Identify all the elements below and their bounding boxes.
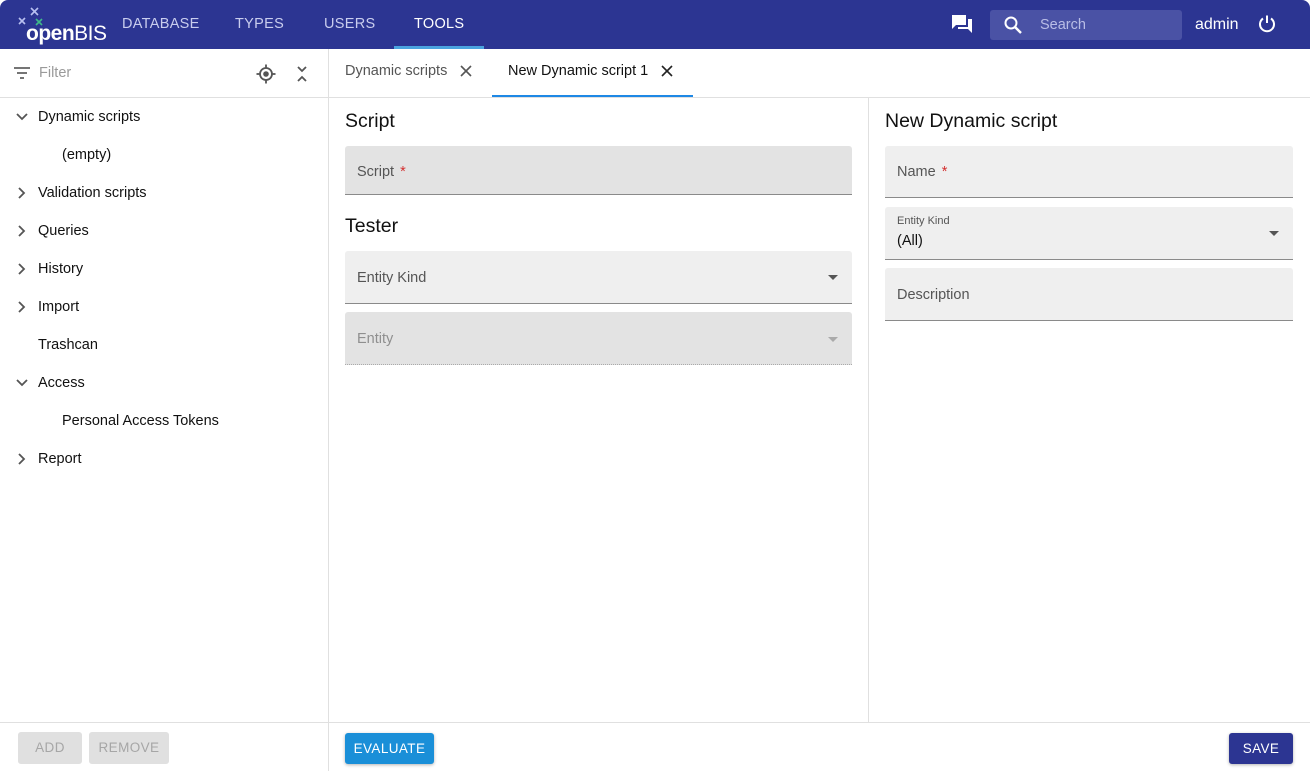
chevron-right-icon[interactable] bbox=[14, 451, 30, 467]
chat-icon[interactable] bbox=[950, 13, 974, 35]
tab-label: Dynamic scripts bbox=[345, 63, 448, 79]
script-field-label-text: Script bbox=[357, 164, 395, 180]
user-name[interactable]: admin bbox=[1195, 0, 1239, 49]
chevron-right-icon[interactable] bbox=[14, 185, 30, 201]
entity-kind-value: (All) bbox=[897, 233, 923, 249]
tree-item-label: Trashcan bbox=[38, 337, 98, 353]
navigation-panel: Dynamic scripts (empty) Validation scrip… bbox=[0, 49, 329, 771]
search-box[interactable] bbox=[990, 10, 1182, 40]
tree-item-validation-scripts[interactable]: Validation scripts bbox=[0, 174, 328, 212]
tree-item-report[interactable]: Report bbox=[0, 440, 328, 478]
entity-kind-select[interactable]: Entity Kind bbox=[345, 251, 852, 304]
tester-section-title: Tester bbox=[345, 215, 399, 237]
tab-new-dynamic-script-1[interactable]: New Dynamic script 1 bbox=[492, 49, 693, 97]
tab-dynamic-scripts[interactable]: Dynamic scripts bbox=[329, 49, 492, 97]
script-field-label: Script * bbox=[357, 164, 406, 180]
dropdown-arrow-icon bbox=[828, 275, 838, 280]
close-icon[interactable] bbox=[459, 64, 473, 78]
tree-item-personal-access-tokens[interactable]: Personal Access Tokens bbox=[0, 402, 328, 440]
script-panel-footer: EVALUATE bbox=[329, 722, 869, 771]
search-icon bbox=[1004, 16, 1022, 34]
required-mark: * bbox=[941, 164, 948, 180]
script-panel: Script Script * Tester Entity Kind Entity bbox=[329, 98, 869, 723]
evaluate-button[interactable]: EVALUATE bbox=[345, 733, 434, 764]
logo-text: openBIS bbox=[26, 22, 107, 46]
filter-bar bbox=[0, 49, 328, 98]
tree-item-label: Access bbox=[38, 375, 85, 391]
entity-label: Entity bbox=[357, 331, 394, 347]
description-field[interactable]: Description bbox=[885, 268, 1293, 321]
tree-item-history[interactable]: History bbox=[0, 250, 328, 288]
chevron-right-icon[interactable] bbox=[14, 299, 30, 315]
tab-bar: Dynamic scripts New Dynamic script 1 bbox=[329, 49, 1310, 98]
chevron-right-icon[interactable] bbox=[14, 261, 30, 277]
entity-kind-dropdown[interactable]: Entity Kind (All) bbox=[885, 207, 1293, 260]
chevron-down-icon[interactable] bbox=[14, 375, 30, 391]
script-field[interactable]: Script * bbox=[345, 146, 852, 195]
remove-button[interactable]: REMOVE bbox=[89, 732, 169, 764]
tree-item-empty[interactable]: (empty) bbox=[0, 136, 328, 174]
form-title: New Dynamic script bbox=[885, 110, 1058, 132]
form-panel-footer: SAVE bbox=[869, 722, 1310, 771]
logo-text-regular: BIS bbox=[74, 22, 107, 45]
tab-active-indicator bbox=[492, 95, 693, 97]
collapse-all-icon[interactable] bbox=[293, 64, 311, 84]
tree-item-label: Dynamic scripts bbox=[38, 109, 141, 125]
tree-item-label: Personal Access Tokens bbox=[62, 413, 219, 429]
openbis-logo[interactable]: openBIS bbox=[16, 6, 107, 46]
script-section-title: Script bbox=[345, 110, 395, 132]
tree-item-dynamic-scripts[interactable]: Dynamic scripts bbox=[0, 98, 328, 136]
filter-input[interactable] bbox=[39, 63, 219, 83]
close-icon[interactable] bbox=[660, 64, 674, 78]
chevron-down-icon[interactable] bbox=[14, 109, 30, 125]
logo-text-bold: open bbox=[26, 22, 75, 45]
name-field-label-text: Name bbox=[897, 164, 936, 180]
tab-label: New Dynamic script 1 bbox=[508, 63, 649, 79]
filter-icon bbox=[14, 67, 30, 79]
tree-item-label: Queries bbox=[38, 223, 89, 239]
nav-tools[interactable]: TOOLS bbox=[414, 0, 464, 49]
tree-item-queries[interactable]: Queries bbox=[0, 212, 328, 250]
nav-users[interactable]: USERS bbox=[324, 0, 375, 49]
entity-select: Entity bbox=[345, 312, 852, 365]
name-field[interactable]: Name * bbox=[885, 146, 1293, 198]
chevron-right-icon[interactable] bbox=[14, 223, 30, 239]
tree-item-access[interactable]: Access bbox=[0, 364, 328, 402]
tree-item-label: History bbox=[38, 261, 84, 277]
entity-kind-label: Entity Kind bbox=[357, 270, 427, 286]
name-field-label: Name * bbox=[897, 164, 947, 180]
description-label: Description bbox=[897, 287, 970, 303]
sidebar-footer: ADD REMOVE bbox=[0, 722, 328, 771]
tree-item-trashcan[interactable]: Trashcan bbox=[0, 326, 328, 364]
nav-database[interactable]: DATABASE bbox=[122, 0, 200, 49]
save-button[interactable]: SAVE bbox=[1229, 733, 1293, 764]
required-mark: * bbox=[400, 164, 406, 180]
nav-types[interactable]: TYPES bbox=[235, 0, 284, 49]
tree-item-label: Validation scripts bbox=[38, 185, 147, 201]
tree-item-label: (empty) bbox=[62, 147, 112, 163]
entity-kind-small-label: Entity Kind bbox=[897, 215, 950, 227]
locate-icon[interactable] bbox=[256, 64, 276, 84]
tree-item-label: Import bbox=[38, 299, 80, 315]
dropdown-arrow-icon bbox=[1269, 231, 1279, 236]
form-panel: New Dynamic script Name * Entity Kind (Al… bbox=[869, 98, 1310, 723]
power-icon[interactable] bbox=[1257, 14, 1277, 34]
top-app-bar: openBIS DATABASE TYPES USERS TOOLS admin bbox=[0, 0, 1310, 49]
dropdown-arrow-icon bbox=[828, 337, 838, 342]
add-button[interactable]: ADD bbox=[18, 732, 82, 764]
tree-item-label: Report bbox=[38, 451, 82, 467]
search-input[interactable] bbox=[1040, 15, 1170, 35]
tree-item-import[interactable]: Import bbox=[0, 288, 328, 326]
